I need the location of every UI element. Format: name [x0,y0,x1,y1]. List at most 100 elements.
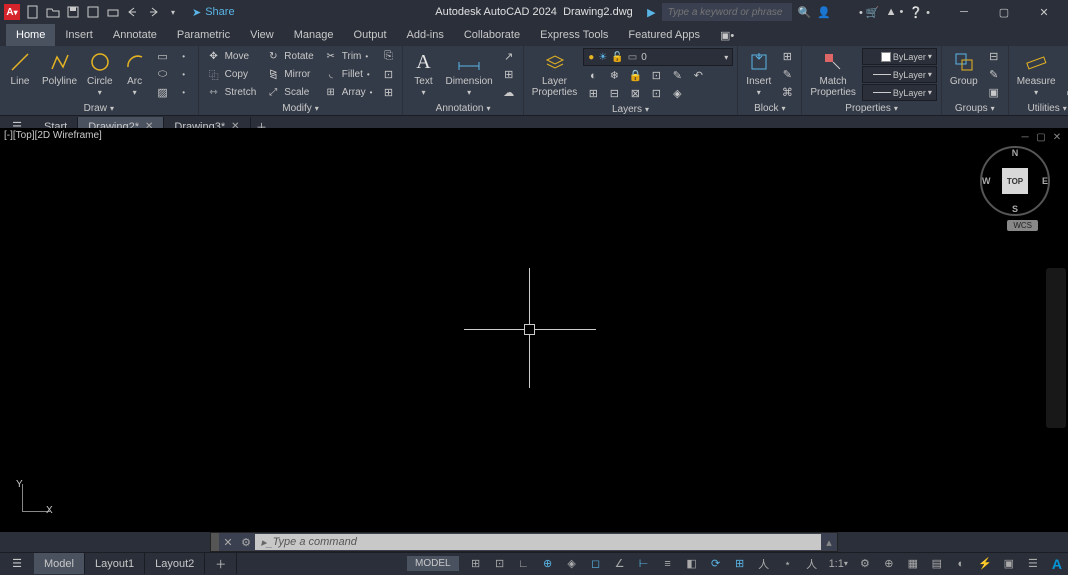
tab-featuredapps[interactable]: Featured Apps [618,24,710,46]
share-button[interactable]: ➤ Share [192,6,235,19]
drawing-canvas[interactable]: [-][Top][2D Wireframe] ─ ▢ ✕ Y X TOP N S… [0,128,1068,532]
scale-dropdown[interactable]: 1:1 ▾ [825,554,852,574]
quickprops-icon[interactable]: ▤ [926,554,948,574]
linetype-dropdown[interactable]: ByLayer▾ [862,84,937,101]
cart-icon[interactable]: • 🛒 [859,6,880,19]
layout-menu-icon[interactable]: ☰ [6,553,28,575]
block-attr-icon[interactable]: ⌘ [777,84,797,101]
autodesk-logo-icon[interactable]: A [1052,556,1062,572]
scale-button[interactable]: ⤢Scale [262,84,317,101]
lineweight-dropdown[interactable]: ByLayer▾ [862,66,937,83]
modify-misc2-icon[interactable]: ⊡ [378,66,398,83]
cleanscreen-icon[interactable]: ▣ [998,554,1020,574]
color-dropdown[interactable]: ByLayer▾ [862,48,937,65]
snap-toggle-icon[interactable]: ⊡ [489,554,511,574]
minimize-button[interactable]: ─ [944,0,984,24]
text-button[interactable]: AText▾ [407,48,439,100]
groupedit-icon[interactable]: ✎ [984,66,1004,83]
tab-insert[interactable]: Insert [55,24,103,46]
ungroup-icon[interactable]: ⊟ [984,48,1004,65]
layer-misc2-icon[interactable]: ⊟ [604,85,624,102]
annoscale-icon[interactable]: 人 [753,554,775,574]
search-icon[interactable]: 🔍 [798,6,812,19]
layer-misc1-icon[interactable]: ⊞ [583,85,603,102]
cmdline-customize-icon[interactable]: ⚙ [237,536,255,549]
ellipse-icon[interactable]: ⬭ [153,66,173,83]
util-calc-icon[interactable]: 🖩 [1062,48,1068,65]
block-edit-icon[interactable]: ✎ [777,66,797,83]
command-line[interactable]: ✕ ⚙ ▸_ Type a command ▴ [210,532,838,552]
customize-status-icon[interactable]: ☰ [1022,554,1044,574]
draw-misc3-icon[interactable]: • [174,84,194,101]
rotate-button[interactable]: ↻Rotate [262,48,317,65]
tab-expand-icon[interactable]: ▣• [710,24,744,46]
3dosnap-toggle-icon[interactable]: ∠ [609,554,631,574]
transparency-toggle-icon[interactable]: ◧ [681,554,703,574]
layer-iso-icon[interactable]: ⊡ [646,67,666,84]
tab-expresstools[interactable]: Express Tools [530,24,618,46]
table-icon[interactable]: ⊞ [499,66,519,83]
move-button[interactable]: ✥Move [203,48,261,65]
group-button[interactable]: Group [946,48,982,100]
view-controls[interactable]: [-][Top][2D Wireframe] [4,130,102,141]
polar-toggle-icon[interactable]: ⊕ [537,554,559,574]
dimension-button[interactable]: Dimension▾ [441,48,496,100]
annovisibility-icon[interactable]: ⋆ [777,554,799,574]
tab-addins[interactable]: Add-ins [397,24,454,46]
measure-button[interactable]: Measure▾ [1013,48,1060,100]
util-point-icon[interactable]: ⊙ [1062,66,1068,83]
open-icon[interactable] [44,3,62,21]
layout-tab-layout1[interactable]: Layout1 [85,553,145,574]
canvas-close-icon[interactable]: ✕ [1050,130,1064,144]
array-button[interactable]: ⊞Array • [320,84,377,101]
selection-cycle-icon[interactable]: ⟳ [705,554,727,574]
arc-button[interactable]: Arc▾ [119,48,151,100]
canvas-min-icon[interactable]: ─ [1018,130,1032,144]
signin-icon[interactable]: 👤 [817,6,831,19]
layout-tab-model[interactable]: Model [34,553,85,574]
block-create-icon[interactable]: ⊞ [777,48,797,65]
copy-button[interactable]: ⿻Copy [203,66,261,83]
lineweight-toggle-icon[interactable]: ≡ [657,554,679,574]
modify-misc3-icon[interactable]: ⊞ [378,84,398,101]
otrack-toggle-icon[interactable]: ⊢ [633,554,655,574]
circle-button[interactable]: Circle▾ [83,48,117,100]
groupbbox-icon[interactable]: ▣ [984,84,1004,101]
isodraft-toggle-icon[interactable]: ◈ [561,554,583,574]
mirror-button[interactable]: ⧎Mirror [262,66,317,83]
modify-misc1-icon[interactable]: ⎘ [378,48,398,65]
view-cube[interactable]: TOP N S E W [980,146,1050,216]
maximize-button[interactable]: ▢ [984,0,1024,24]
line-button[interactable]: Line [4,48,36,100]
viewcube-east[interactable]: E [1042,176,1048,186]
redo-icon[interactable] [144,3,162,21]
layer-misc5-icon[interactable]: ◈ [667,85,687,102]
cmdline-history-icon[interactable]: ▴ [821,536,837,549]
saveas-icon[interactable] [84,3,102,21]
layer-off-icon[interactable]: ◐ [583,67,603,84]
layer-misc3-icon[interactable]: ⊠ [625,85,645,102]
viewcube-face[interactable]: TOP [1002,168,1028,194]
matchprops-button[interactable]: Match Properties [806,48,860,100]
tab-annotate[interactable]: Annotate [103,24,167,46]
close-button[interactable]: ✕ [1024,0,1064,24]
stretch-button[interactable]: ⇿Stretch [203,84,261,101]
layer-prev-icon[interactable]: ↶ [688,67,708,84]
osnap-toggle-icon[interactable]: ◻ [585,554,607,574]
annoscale2-icon[interactable]: 人 [801,554,823,574]
hatch-icon[interactable]: ▨ [153,84,173,101]
plot-icon[interactable] [104,3,122,21]
tab-home[interactable]: Home [6,24,55,46]
workspace-switch-icon[interactable]: ⚙ [854,554,876,574]
fillet-button[interactable]: ◟Fillet • [320,66,377,83]
units-icon[interactable]: ▦ [902,554,924,574]
layer-freeze-icon[interactable]: ❄ [604,67,624,84]
grid-toggle-icon[interactable]: ⊞ [465,554,487,574]
search-play-icon[interactable]: ▶ [647,6,655,19]
tab-manage[interactable]: Manage [284,24,344,46]
cmdline-grip[interactable] [211,533,219,551]
util-select-icon[interactable]: ▭ [1062,84,1068,101]
layerproperties-button[interactable]: Layer Properties [528,48,582,100]
command-input[interactable]: ▸_ Type a command [255,534,821,550]
tab-output[interactable]: Output [344,24,397,46]
